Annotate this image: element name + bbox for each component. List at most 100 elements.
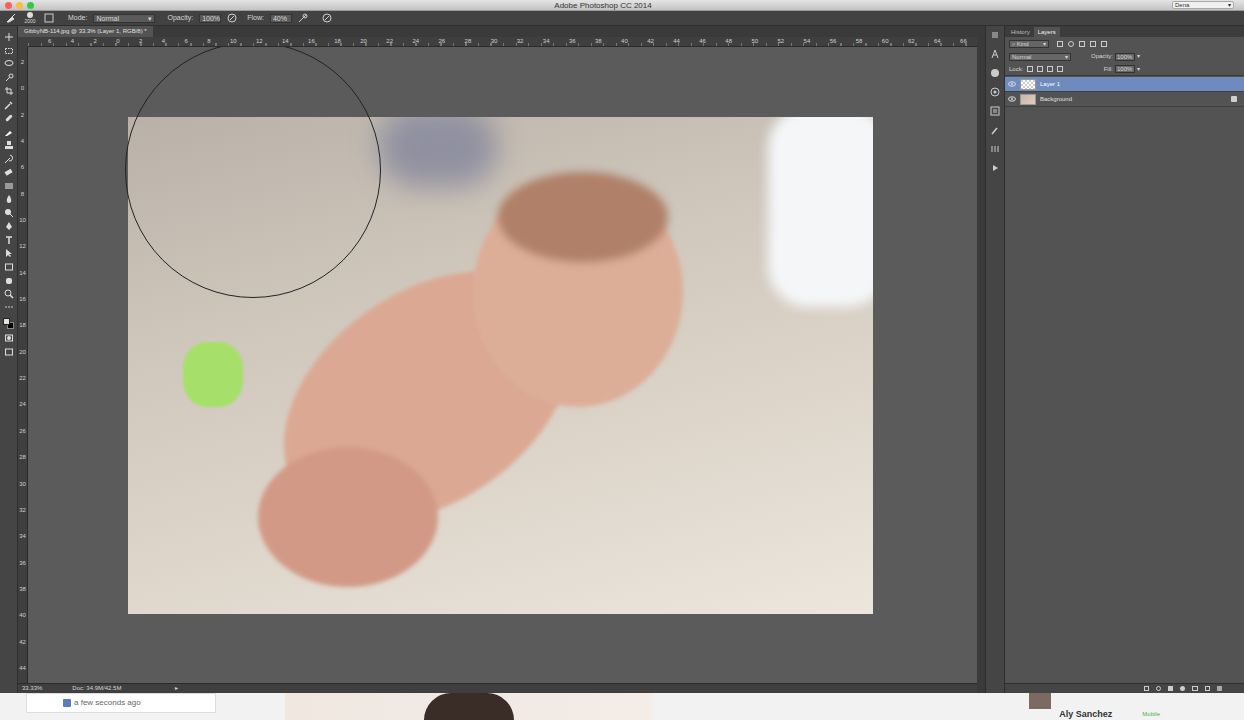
- foreground-color-swatch[interactable]: [3, 318, 10, 325]
- layer-mask-icon[interactable]: [1168, 686, 1173, 691]
- layer-style-icon[interactable]: [1156, 686, 1161, 691]
- ruler-label: 40: [19, 612, 26, 618]
- horizontal-ruler[interactable]: 6420246810121416182022242628303234363840…: [28, 37, 977, 47]
- color-swatches[interactable]: [3, 318, 15, 330]
- info-icon[interactable]: [990, 68, 1000, 78]
- adjustments-icon[interactable]: [990, 144, 1000, 154]
- lock-transparency-icon[interactable]: [1027, 66, 1033, 72]
- adjustment-filter-icon[interactable]: [1068, 41, 1074, 47]
- adjustment-layer-icon[interactable]: [1180, 686, 1185, 691]
- collapse-icon[interactable]: [990, 30, 1000, 40]
- airbrush-icon[interactable]: [298, 13, 308, 23]
- path-select-tool-icon[interactable]: [4, 248, 14, 258]
- zoom-level[interactable]: 33.33%: [22, 684, 42, 693]
- actions-icon[interactable]: [990, 163, 1000, 173]
- like-icon[interactable]: [63, 699, 71, 707]
- lock-position-icon[interactable]: [1047, 66, 1053, 72]
- panel-tab[interactable]: Layers: [1034, 27, 1060, 37]
- ruler-label: 12: [256, 37, 263, 46]
- ruler-label: 2: [21, 59, 24, 65]
- vertical-ruler[interactable]: 2024681012141618202224262830323436384042…: [18, 47, 28, 683]
- blur-tool-icon[interactable]: [4, 194, 14, 204]
- workspace-dropdown[interactable]: Dena▾: [1172, 1, 1234, 9]
- zoom-icon[interactable]: [27, 2, 34, 9]
- group-icon[interactable]: [1192, 686, 1198, 691]
- brush-preset[interactable]: 2000: [22, 12, 38, 24]
- filter-dropdown[interactable]: ⌕ Kind▾: [1009, 40, 1049, 48]
- ruler-label: 46: [699, 37, 706, 46]
- properties-icon[interactable]: [990, 106, 1000, 116]
- marquee-tool-icon[interactable]: [4, 46, 14, 56]
- navigator-icon[interactable]: [990, 87, 1000, 97]
- ruler-label: 38: [19, 586, 26, 592]
- mode-dropdown[interactable]: Normal▾: [93, 14, 155, 23]
- eye-icon[interactable]: [1008, 80, 1016, 88]
- healing-tool-icon[interactable]: [4, 113, 14, 123]
- pixel-filter-icon[interactable]: [1057, 41, 1063, 47]
- ruler-label: 14: [282, 37, 289, 46]
- eye-icon[interactable]: [1008, 95, 1016, 103]
- type-filter-icon[interactable]: [1079, 41, 1085, 47]
- pressure-size-icon[interactable]: [322, 13, 332, 23]
- smart-object-filter-icon[interactable]: [1101, 41, 1107, 47]
- type-tool-icon[interactable]: [4, 235, 14, 245]
- close-icon[interactable]: [5, 2, 12, 9]
- link-layers-icon[interactable]: [1144, 686, 1149, 691]
- status-menu-icon[interactable]: ▸: [175, 684, 178, 693]
- brush-panel-icon[interactable]: [44, 13, 54, 23]
- ruler-label: 54: [804, 37, 811, 46]
- layer-opacity-field[interactable]: 100%: [1115, 53, 1135, 61]
- history-brush-tool-icon[interactable]: [4, 154, 14, 164]
- ruler-label: 2: [139, 37, 142, 46]
- move-tool-icon[interactable]: [4, 32, 14, 42]
- ruler-label: 18: [19, 322, 26, 328]
- eraser-tool-icon[interactable]: [4, 167, 14, 177]
- lock-pixels-icon[interactable]: [1037, 66, 1043, 72]
- pressure-opacity-icon[interactable]: [227, 13, 237, 23]
- trash-icon[interactable]: [1217, 686, 1222, 691]
- document-tab[interactable]: GibbyNB-114.jpg @ 33.3% (Layer 1, RGB/8)…: [18, 26, 153, 37]
- brush-tool-icon[interactable]: [6, 13, 16, 23]
- character-icon[interactable]: [990, 49, 1000, 59]
- shape-tool-icon[interactable]: [4, 262, 14, 272]
- fill-field[interactable]: 100%: [1115, 65, 1135, 73]
- flow-label: Flow:: [247, 13, 264, 24]
- photo: [128, 117, 873, 614]
- ruler-label: 48: [725, 37, 732, 46]
- lock-all-icon[interactable]: [1057, 66, 1063, 72]
- zoom-tool-icon[interactable]: [4, 289, 14, 299]
- layer-name[interactable]: Background: [1040, 95, 1227, 104]
- screen-mode-icon[interactable]: [4, 347, 14, 357]
- layer-name[interactable]: Layer 1: [1040, 80, 1227, 89]
- opacity-label: Opacity:: [167, 13, 193, 24]
- stamp-tool-icon[interactable]: [4, 140, 14, 150]
- opacity-field[interactable]: 100%: [199, 14, 221, 23]
- layer-thumbnail: [1020, 94, 1036, 105]
- shape-filter-icon[interactable]: [1090, 41, 1096, 47]
- new-layer-icon[interactable]: [1205, 686, 1210, 691]
- quick-mask-icon[interactable]: [4, 333, 14, 343]
- brush-tool-icon[interactable]: [4, 127, 14, 137]
- avatar-icon[interactable]: [1029, 693, 1051, 709]
- canvas-area[interactable]: [28, 47, 977, 683]
- brush-presets-icon[interactable]: [990, 125, 1000, 135]
- hand-tool-icon[interactable]: [4, 275, 14, 285]
- layer-row[interactable]: Background: [1005, 92, 1244, 107]
- user-name[interactable]: Aly Sanchez: [1059, 709, 1112, 719]
- blend-mode-dropdown[interactable]: Normal▾: [1009, 53, 1071, 61]
- layer-row[interactable]: Layer 1: [1005, 77, 1244, 92]
- dodge-tool-icon[interactable]: [4, 208, 14, 218]
- layer-opacity-label: Opacity:: [1091, 52, 1113, 61]
- ruler-label: 24: [412, 37, 419, 46]
- lasso-tool-icon[interactable]: [4, 59, 14, 69]
- flow-field[interactable]: 40%: [270, 14, 292, 23]
- pen-tool-icon[interactable]: [4, 221, 14, 231]
- gradient-tool-icon[interactable]: [4, 181, 14, 191]
- panel-tab[interactable]: History: [1007, 27, 1034, 37]
- crop-tool-icon[interactable]: [4, 86, 14, 96]
- quick-select-tool-icon[interactable]: [4, 73, 14, 83]
- minimize-icon[interactable]: [16, 2, 23, 9]
- ruler-label: 22: [19, 375, 26, 381]
- more-tools-icon[interactable]: [4, 302, 14, 312]
- eyedropper-tool-icon[interactable]: [4, 100, 14, 110]
